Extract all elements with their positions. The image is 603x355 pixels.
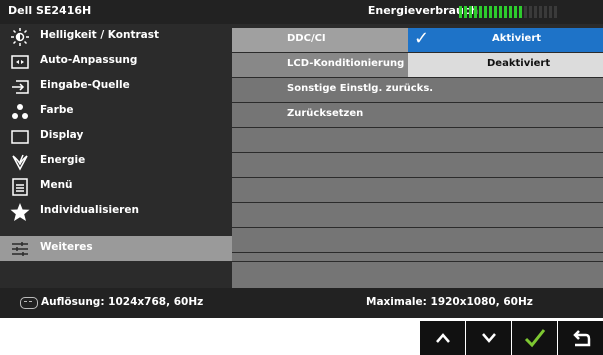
- menu-item-input-source[interactable]: Eingabe-Quelle: [0, 74, 232, 99]
- setting-row-empty: [232, 262, 603, 288]
- maximum-resolution: Maximale: 1920x1080, 60Hz: [366, 296, 533, 308]
- energy-meter-segment: [499, 6, 502, 18]
- menu-item-others[interactable]: Weiteres: [0, 236, 232, 261]
- menu-item-label: Auto-Anpassung: [40, 54, 138, 66]
- menu-item-label: Eingabe-Quelle: [40, 79, 130, 91]
- energy-meter-segment: [489, 6, 492, 18]
- energy-meter-segment: [459, 6, 462, 18]
- chevron-up-icon: [435, 333, 450, 343]
- energy-meter-segment: [534, 6, 537, 18]
- energy-meter-segment: [529, 6, 532, 18]
- input-source-icon: [10, 77, 30, 97]
- menu-item-auto-adjust[interactable]: Auto-Anpassung: [0, 49, 232, 74]
- color-icon: [10, 102, 30, 122]
- title-bar: Dell SE2416H Energieverbrauch: [0, 0, 603, 24]
- menu-item-display[interactable]: Display: [0, 124, 232, 149]
- energy-meter-segment: [549, 6, 552, 18]
- energy-meter-segment: [479, 6, 482, 18]
- setting-row-reset-all[interactable]: Zurücksetzen: [232, 103, 603, 127]
- menu-item-label: Individualisieren: [40, 204, 139, 216]
- current-resolution: Auflösung: 1024x768, 60Hz: [41, 296, 204, 308]
- checkmark-icon: ✓: [414, 28, 430, 49]
- personalize-icon: [10, 202, 30, 222]
- energy-meter-segment: [539, 6, 542, 18]
- up-button[interactable]: [420, 321, 465, 355]
- menu-item-label: Farbe: [40, 104, 74, 116]
- lcd-conditioning-label: LCD-Konditionierung: [287, 58, 405, 69]
- back-arrow-icon: [572, 330, 590, 347]
- chevron-down-icon: [481, 333, 496, 343]
- ok-button[interactable]: [512, 321, 557, 355]
- menu-icon: [10, 177, 30, 197]
- setting-row-ddc-ci[interactable]: DDC/CI ✓ Aktiviert: [232, 28, 603, 52]
- menu-item-label: Energie: [40, 154, 86, 166]
- energy-meter: [459, 6, 557, 18]
- setting-row-empty: [232, 203, 603, 227]
- energy-icon: [10, 152, 30, 172]
- setting-row-reset-other[interactable]: Sonstige Einstlg. zurücks.: [232, 78, 603, 102]
- display-icon: [10, 127, 30, 147]
- energy-meter-segment: [509, 6, 512, 18]
- menu-item-energy[interactable]: Energie: [0, 149, 232, 174]
- back-button[interactable]: [558, 321, 603, 355]
- setting-row-empty: [232, 253, 603, 261]
- hardware-buttons: [420, 321, 603, 355]
- menu-item-personalize[interactable]: Individualisieren: [0, 199, 232, 224]
- down-button[interactable]: [466, 321, 511, 355]
- brightness-icon: [10, 27, 30, 47]
- menu-item-menu[interactable]: Menü: [0, 174, 232, 199]
- energy-meter-segment: [544, 6, 547, 18]
- reset-other-label: Sonstige Einstlg. zurücks.: [287, 83, 434, 94]
- status-bar: Auflösung: 1024x768, 60Hz Maximale: 1920…: [0, 288, 603, 318]
- menu-item-label: Weiteres: [40, 241, 93, 253]
- energy-meter-segment: [519, 6, 522, 18]
- menu-item-label: Menü: [40, 179, 73, 191]
- check-icon: [524, 329, 545, 348]
- auto-adjust-icon: [10, 52, 30, 72]
- ddc-ci-label: DDC/CI: [287, 33, 326, 44]
- energy-meter-segment: [469, 6, 472, 18]
- menu-item-label: Display: [40, 129, 84, 141]
- osd-window: Dell SE2416H Energieverbrauch Helligkeit…: [0, 0, 603, 318]
- energy-meter-segment: [504, 6, 507, 18]
- ddc-ci-value: Aktiviert: [492, 33, 542, 44]
- setting-row-lcd-conditioning[interactable]: LCD-Konditionierung Deaktiviert: [232, 53, 603, 77]
- menu-item-label: Helligkeit / Kontrast: [40, 29, 160, 41]
- energy-meter-segment: [464, 6, 467, 18]
- menu-item-brightness-contrast[interactable]: Helligkeit / Kontrast: [0, 24, 232, 49]
- setting-row-empty: [232, 178, 603, 202]
- energy-meter-segment: [484, 6, 487, 18]
- energy-meter-segment: [524, 6, 527, 18]
- menu-item-color[interactable]: Farbe: [0, 99, 232, 124]
- reset-all-label: Zurücksetzen: [287, 108, 364, 119]
- energy-meter-segment: [514, 6, 517, 18]
- setting-row-empty: [232, 228, 603, 252]
- resolution-icon: [20, 297, 38, 309]
- energy-meter-segment: [494, 6, 497, 18]
- energy-meter-segment: [554, 6, 557, 18]
- energy-meter-segment: [474, 6, 477, 18]
- setting-row-empty: [232, 153, 603, 177]
- lcd-conditioning-value: Deaktiviert: [487, 58, 551, 69]
- others-icon: [10, 239, 30, 259]
- setting-row-empty: [232, 128, 603, 152]
- monitor-model: Dell SE2416H: [8, 4, 92, 17]
